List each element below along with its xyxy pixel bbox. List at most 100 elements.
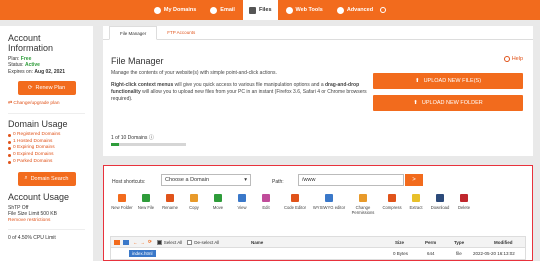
deselect-all-checkbox[interactable] — [187, 239, 193, 245]
edit-icon — [262, 194, 270, 202]
domain-count: 1 of 10 Domains ⓘ — [111, 135, 154, 141]
file-perm: 644 — [427, 251, 435, 256]
gear-icon — [336, 6, 344, 14]
extract-icon — [412, 194, 420, 202]
tool-change-permissions-button[interactable]: Change Permissions — [346, 194, 380, 215]
select-all-checkbox[interactable] — [156, 239, 162, 245]
divider — [8, 229, 85, 231]
tool-extract-button[interactable]: Extract — [404, 194, 428, 215]
domain-select[interactable]: Choose a Domain ▾ — [161, 174, 251, 186]
help-icon — [503, 56, 510, 62]
upload-folder-button[interactable]: ⬆ UPLOAD NEW FOLDER — [373, 95, 523, 111]
upload-files-button[interactable]: ⬆ UPLOAD NEW FILE(S) — [373, 73, 523, 89]
tool-move-button[interactable]: Move — [206, 194, 230, 215]
new-folder-icon — [118, 194, 126, 202]
domain-usage-title: Domain Usage — [8, 118, 68, 129]
upload-icon: ⬆ — [414, 78, 420, 84]
folder-up-icon[interactable] — [123, 239, 129, 245]
new-file-icon — [142, 194, 150, 202]
search-icon[interactable] — [380, 7, 387, 13]
expires-line: Expires on: Aug 02, 2021 — [8, 68, 65, 75]
path-input[interactable]: /www — [298, 174, 404, 186]
account-usage-title: Account Usage — [8, 191, 70, 202]
nav-files[interactable]: Files — [242, 0, 278, 20]
tool-code-editor-button[interactable]: Code Editor — [278, 194, 312, 215]
rename-icon — [166, 194, 174, 202]
change-permissions-icon — [359, 194, 367, 202]
file-size: 0 Bytes — [393, 251, 409, 256]
search-icon: ⌕ — [24, 175, 28, 182]
top-nav: My Domains Email Files Web Tools Advance… — [0, 0, 540, 20]
tool-new-file-button[interactable]: New File — [134, 194, 158, 215]
bullet-icon — [8, 133, 11, 137]
download-icon — [436, 194, 444, 202]
tool-wysiwyg-editor-button[interactable]: WYSIWYG editor — [312, 194, 346, 215]
table-row[interactable]: index.html 0 Bytes 644 file 2022-05-20 1… — [111, 248, 525, 259]
compress-icon — [388, 194, 396, 202]
back-icon[interactable]: ← — [133, 240, 138, 245]
bullet-icon — [8, 160, 11, 164]
toolbar: New Folder New File Rename Copy Move View Edit… — [110, 194, 476, 215]
sidebar: Account Information Plan: Free Status: A… — [0, 26, 93, 261]
view-icon — [238, 194, 246, 202]
col-size[interactable]: Size — [395, 240, 404, 245]
tool-download-button[interactable]: Download — [428, 194, 452, 215]
divider — [8, 112, 85, 114]
domain-usage-item[interactable]: 0 Registered Domains — [8, 132, 85, 139]
copy-icon — [190, 194, 198, 202]
forward-icon[interactable]: → — [141, 240, 146, 245]
tool-delete-button[interactable]: Delete — [452, 194, 476, 215]
chevron-down-icon: ▾ — [244, 177, 247, 183]
wysiwyg-editor-icon — [325, 194, 333, 202]
file-browser-panel: Host shortcuts: Choose a Domain ▾ Path: /… — [103, 165, 533, 261]
nav-advanced[interactable]: Advanced — [331, 0, 392, 20]
bullet-icon — [8, 147, 11, 151]
tool-rename-button[interactable]: Rename — [158, 194, 182, 215]
move-icon — [214, 194, 222, 202]
tool-new-folder-button[interactable]: New Folder — [110, 194, 134, 215]
nav-email[interactable]: Email — [204, 0, 241, 20]
help-icon: ⓘ — [148, 135, 154, 141]
tab-file-manager[interactable]: File Manager — [109, 26, 158, 40]
files-icon — [248, 6, 256, 14]
home-icon[interactable] — [114, 239, 120, 245]
change-plan-link[interactable]: ⇄ Change/upgrade plan — [8, 101, 85, 108]
tool-copy-button[interactable]: Copy — [182, 194, 206, 215]
nav-my-domains[interactable]: My Domains — [148, 0, 202, 20]
go-button[interactable]: > — [405, 174, 423, 186]
file-manager-card: File Manager FTP Accounts File Manager H… — [103, 26, 533, 156]
tab-ftp-accounts[interactable]: FTP Accounts — [157, 26, 205, 39]
tools-icon — [285, 6, 293, 14]
nav-web-tools[interactable]: Web Tools — [280, 0, 329, 20]
help-link[interactable]: Help — [503, 56, 523, 62]
code-editor-icon — [291, 194, 299, 202]
upload-icon: ⬆ — [413, 100, 418, 106]
remove-restrictions-link[interactable]: Remove restrictions — [8, 218, 85, 225]
domain-progress-bar — [111, 143, 186, 146]
refresh-icon[interactable]: ⟳ — [148, 239, 152, 245]
file-list: ← → ⟳ Select All De-select All Name Size… — [110, 236, 526, 260]
refresh-icon: ⟳ — [27, 85, 33, 92]
col-modified[interactable]: Modified — [494, 240, 513, 245]
col-name[interactable]: Name — [251, 240, 263, 245]
domain-search-button[interactable]: ⌕ Domain Search — [17, 171, 76, 186]
page-title: File Manager — [111, 56, 164, 66]
file-type: file — [456, 251, 462, 256]
delete-icon — [460, 194, 468, 202]
domain-usage-item[interactable]: 0 Parked Domains — [8, 159, 85, 166]
path-label: Path: — [272, 179, 284, 185]
tab-bar: File Manager FTP Accounts — [103, 26, 533, 40]
file-list-header: ← → ⟳ Select All De-select All Name Size… — [111, 237, 525, 248]
domain-usage-item[interactable]: 0 Expired Domains — [8, 152, 85, 159]
file-name[interactable]: index.html — [129, 250, 156, 257]
col-type[interactable]: Type — [454, 240, 464, 245]
tool-compress-button[interactable]: Compress — [380, 194, 404, 215]
tool-edit-button[interactable]: Edit — [254, 194, 278, 215]
mail-icon — [210, 6, 218, 14]
host-shortcuts-label: Host shortcuts: — [112, 179, 146, 185]
bullet-icon — [8, 154, 11, 158]
renew-plan-button[interactable]: ⟳ Renew Plan — [17, 81, 76, 96]
col-perm[interactable]: Perm — [425, 240, 436, 245]
file-modified: 2022-05-20 16:13:02 — [473, 251, 515, 256]
tool-view-button[interactable]: View — [230, 194, 254, 215]
